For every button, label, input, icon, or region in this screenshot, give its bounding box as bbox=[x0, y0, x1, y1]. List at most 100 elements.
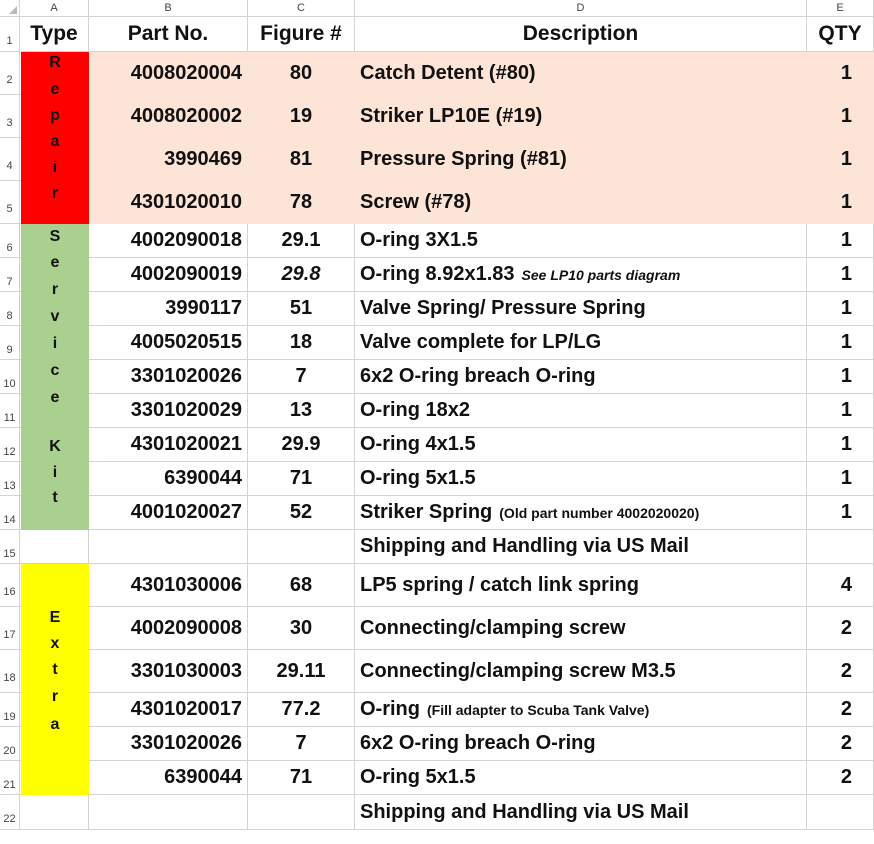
figure-number-cell[interactable]: 51 bbox=[248, 292, 355, 326]
description-cell[interactable]: Screw (#78) bbox=[355, 181, 807, 224]
row-number[interactable]: 12 bbox=[0, 428, 20, 462]
row-number[interactable]: 4 bbox=[0, 138, 20, 181]
figure-number-cell[interactable] bbox=[248, 795, 355, 830]
qty-cell[interactable]: 1 bbox=[807, 326, 874, 360]
qty-cell[interactable]: 1 bbox=[807, 224, 874, 258]
qty-cell[interactable] bbox=[807, 530, 874, 564]
row-number[interactable]: 6 bbox=[0, 224, 20, 258]
description-cell[interactable]: Connecting/clamping screw M3.5 bbox=[355, 650, 807, 693]
row-number[interactable]: 19 bbox=[0, 693, 20, 727]
qty-cell[interactable]: 1 bbox=[807, 360, 874, 394]
figure-number-cell[interactable]: 29.11 bbox=[248, 650, 355, 693]
description-cell[interactable]: Striker Spring (Old part number 400202002… bbox=[355, 496, 807, 530]
description-cell[interactable]: O-ring 5x1.5 bbox=[355, 462, 807, 496]
figure-number-cell[interactable]: 78 bbox=[248, 181, 355, 224]
part-number-cell[interactable]: 3990469 bbox=[89, 138, 248, 181]
description-cell[interactable]: O-ring 18x2 bbox=[355, 394, 807, 428]
qty-cell[interactable]: 1 bbox=[807, 181, 874, 224]
row-number[interactable]: 11 bbox=[0, 394, 20, 428]
qty-cell[interactable]: 1 bbox=[807, 258, 874, 292]
qty-cell[interactable]: 4 bbox=[807, 564, 874, 607]
qty-cell[interactable]: 2 bbox=[807, 607, 874, 650]
description-cell[interactable]: Shipping and Handling via US Mail bbox=[355, 530, 807, 564]
figure-number-cell[interactable]: 29.8 bbox=[248, 258, 355, 292]
row-number[interactable]: 18 bbox=[0, 650, 20, 693]
part-number-cell[interactable]: 4008020002 bbox=[89, 95, 248, 138]
type-cell[interactable] bbox=[20, 795, 89, 830]
part-number-cell[interactable]: 4002090018 bbox=[89, 224, 248, 258]
row-number[interactable]: 5 bbox=[0, 181, 20, 224]
description-cell[interactable]: 6x2 O-ring breach O-ring bbox=[355, 360, 807, 394]
part-number-cell[interactable]: 4002090008 bbox=[89, 607, 248, 650]
figure-number-cell[interactable]: 81 bbox=[248, 138, 355, 181]
qty-cell[interactable]: 2 bbox=[807, 693, 874, 727]
description-cell[interactable]: O-ring (Fill adapter to Scuba Tank Valve) bbox=[355, 693, 807, 727]
row-number[interactable]: 7 bbox=[0, 258, 20, 292]
figure-number-cell[interactable]: 29.9 bbox=[248, 428, 355, 462]
description-cell[interactable]: Valve Spring/ Pressure Spring bbox=[355, 292, 807, 326]
column-header-e[interactable]: E bbox=[807, 0, 874, 17]
type-group-extra[interactable]: Extra bbox=[21, 564, 89, 795]
description-cell[interactable]: Connecting/clamping screw bbox=[355, 607, 807, 650]
part-number-cell[interactable]: 4001020027 bbox=[89, 496, 248, 530]
qty-cell[interactable]: 2 bbox=[807, 727, 874, 761]
row-number[interactable]: 22 bbox=[0, 795, 20, 830]
figure-number-cell[interactable]: 71 bbox=[248, 462, 355, 496]
figure-number-cell[interactable]: 71 bbox=[248, 761, 355, 795]
description-cell[interactable]: Catch Detent (#80) bbox=[355, 52, 807, 95]
figure-number-cell[interactable]: 77.2 bbox=[248, 693, 355, 727]
row-number[interactable]: 2 bbox=[0, 52, 20, 95]
figure-number-cell[interactable]: 18 bbox=[248, 326, 355, 360]
type-cell[interactable] bbox=[20, 530, 89, 564]
figure-number-cell[interactable]: 7 bbox=[248, 727, 355, 761]
part-number-cell[interactable] bbox=[89, 795, 248, 830]
description-cell[interactable]: Striker LP10E (#19) bbox=[355, 95, 807, 138]
description-cell[interactable]: Pressure Spring (#81) bbox=[355, 138, 807, 181]
part-number-cell[interactable]: 3301020026 bbox=[89, 360, 248, 394]
row-number[interactable]: 3 bbox=[0, 95, 20, 138]
description-cell[interactable]: O-ring 4x1.5 bbox=[355, 428, 807, 462]
header-part[interactable]: Part No. bbox=[89, 17, 248, 52]
type-group-repair[interactable]: Repair bbox=[21, 52, 89, 224]
description-cell[interactable]: O-ring 3X1.5 bbox=[355, 224, 807, 258]
row-number[interactable]: 8 bbox=[0, 292, 20, 326]
part-number-cell[interactable] bbox=[89, 530, 248, 564]
part-number-cell[interactable]: 4301020021 bbox=[89, 428, 248, 462]
row-number[interactable]: 9 bbox=[0, 326, 20, 360]
figure-number-cell[interactable]: 29.1 bbox=[248, 224, 355, 258]
qty-cell[interactable]: 2 bbox=[807, 650, 874, 693]
figure-number-cell[interactable]: 13 bbox=[248, 394, 355, 428]
row-number[interactable]: 20 bbox=[0, 727, 20, 761]
row-number[interactable]: 17 bbox=[0, 607, 20, 650]
part-number-cell[interactable]: 6390044 bbox=[89, 761, 248, 795]
header-figure[interactable]: Figure # bbox=[248, 17, 355, 52]
figure-number-cell[interactable]: 52 bbox=[248, 496, 355, 530]
qty-cell[interactable]: 1 bbox=[807, 496, 874, 530]
row-number[interactable]: 10 bbox=[0, 360, 20, 394]
figure-number-cell[interactable]: 30 bbox=[248, 607, 355, 650]
header-description[interactable]: Description bbox=[355, 17, 807, 52]
part-number-cell[interactable]: 4301030006 bbox=[89, 564, 248, 607]
description-cell[interactable]: 6x2 O-ring breach O-ring bbox=[355, 727, 807, 761]
description-cell[interactable]: Valve complete for LP/LG bbox=[355, 326, 807, 360]
row-number[interactable]: 13 bbox=[0, 462, 20, 496]
column-header-c[interactable]: C bbox=[248, 0, 355, 17]
header-type[interactable]: Type bbox=[20, 17, 89, 52]
figure-number-cell[interactable]: 68 bbox=[248, 564, 355, 607]
type-group-service-kit[interactable]: ServiceKit bbox=[21, 224, 89, 530]
part-number-cell[interactable]: 4301020017 bbox=[89, 693, 248, 727]
qty-cell[interactable] bbox=[807, 795, 874, 830]
column-header-d[interactable]: D bbox=[355, 0, 807, 17]
description-cell[interactable]: LP5 spring / catch link spring bbox=[355, 564, 807, 607]
qty-cell[interactable]: 1 bbox=[807, 138, 874, 181]
row-number[interactable]: 21 bbox=[0, 761, 20, 795]
header-qty[interactable]: QTY bbox=[807, 17, 874, 52]
description-cell[interactable]: O-ring 5x1.5 bbox=[355, 761, 807, 795]
row-number[interactable]: 1 bbox=[0, 17, 20, 52]
column-header-a[interactable]: A bbox=[20, 0, 89, 17]
row-number[interactable]: 15 bbox=[0, 530, 20, 564]
column-header-b[interactable]: B bbox=[89, 0, 248, 17]
figure-number-cell[interactable]: 7 bbox=[248, 360, 355, 394]
part-number-cell[interactable]: 6390044 bbox=[89, 462, 248, 496]
part-number-cell[interactable]: 3301030003 bbox=[89, 650, 248, 693]
